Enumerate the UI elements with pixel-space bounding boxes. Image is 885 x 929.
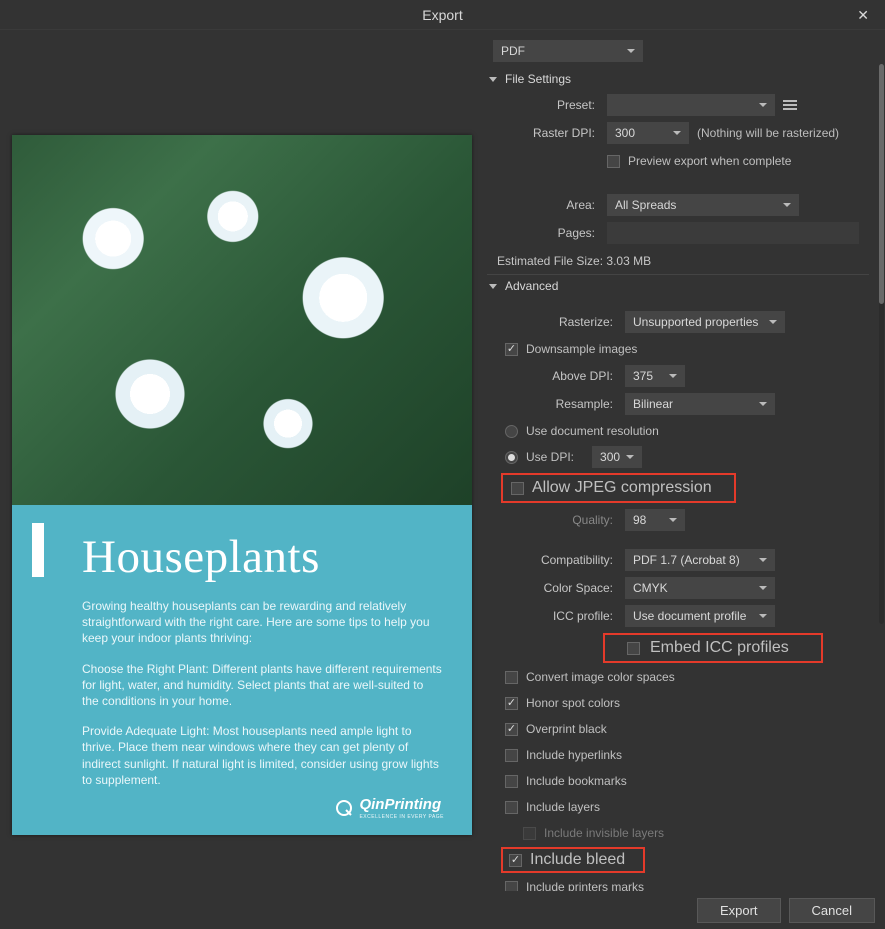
include-hyperlinks-checkbox[interactable] bbox=[505, 749, 518, 762]
include-printers-marks-checkbox[interactable] bbox=[505, 881, 518, 892]
brand-tagline: EXCELLENCE IN EVERY PAGE bbox=[359, 814, 444, 820]
quality-label: Quality: bbox=[487, 513, 625, 527]
brand-name: QinPrinting bbox=[359, 796, 441, 813]
raster-dpi-hint: (Nothing will be rasterized) bbox=[697, 126, 839, 140]
resample-label: Resample: bbox=[487, 397, 625, 411]
close-icon[interactable]: ✕ bbox=[849, 5, 877, 26]
preview-photo bbox=[12, 135, 472, 505]
section-title: Advanced bbox=[505, 279, 558, 293]
include-layers-checkbox[interactable] bbox=[505, 801, 518, 814]
allow-jpeg-label: Allow JPEG compression bbox=[532, 479, 712, 497]
preview-para-3: Provide Adequate Light: Most houseplants… bbox=[82, 723, 442, 788]
est-label: Estimated File Size: bbox=[497, 254, 603, 268]
preview-pane: Houseplants Growing healthy houseplants … bbox=[0, 30, 485, 929]
chevron-down-icon bbox=[489, 284, 497, 289]
dialog-footer: Export Cancel bbox=[697, 898, 875, 923]
pages-input[interactable] bbox=[607, 222, 859, 244]
preview-export-checkbox[interactable] bbox=[607, 155, 620, 168]
cancel-button[interactable]: Cancel bbox=[789, 898, 875, 923]
downsample-label: Downsample images bbox=[526, 342, 637, 356]
convert-spaces-checkbox[interactable] bbox=[505, 671, 518, 684]
section-file-settings[interactable]: File Settings bbox=[487, 68, 869, 90]
icc-profile-select[interactable]: Use document profile bbox=[625, 605, 775, 627]
accent-bar bbox=[32, 523, 44, 577]
use-dpi-input[interactable] bbox=[592, 446, 642, 468]
include-bleed-checkbox[interactable] bbox=[509, 854, 522, 867]
use-doc-res-radio[interactable] bbox=[505, 425, 518, 438]
preset-menu-icon[interactable] bbox=[783, 99, 797, 111]
preview-para-1: Growing healthy houseplants can be rewar… bbox=[82, 598, 442, 647]
dialog-title: Export bbox=[422, 7, 462, 23]
section-title: File Settings bbox=[505, 72, 571, 86]
downsample-checkbox[interactable] bbox=[505, 343, 518, 356]
highlight-include-bleed: Include bleed bbox=[501, 847, 645, 873]
preview-heading: Houseplants bbox=[82, 530, 442, 584]
highlight-embed-icc: Embed ICC profiles bbox=[603, 633, 823, 663]
estimated-size-row: Estimated File Size: 3.03 MB bbox=[487, 248, 869, 275]
include-invisible-layers-label: Include invisible layers bbox=[544, 826, 664, 840]
honor-spot-label: Honor spot colors bbox=[526, 696, 620, 710]
pages-label: Pages: bbox=[487, 226, 607, 240]
titlebar: Export ✕ bbox=[0, 0, 885, 30]
overprint-black-label: Overprint black bbox=[526, 722, 607, 736]
brand-q-icon bbox=[335, 799, 353, 817]
preview-brand: QinPrinting EXCELLENCE IN EVERY PAGE bbox=[335, 796, 444, 820]
export-button[interactable]: Export bbox=[697, 898, 781, 923]
quality-input[interactable] bbox=[625, 509, 685, 531]
above-dpi-input[interactable] bbox=[625, 365, 685, 387]
area-label: Area: bbox=[487, 198, 607, 212]
colorspace-select[interactable]: CMYK bbox=[625, 577, 775, 599]
format-row: PDF bbox=[491, 40, 869, 62]
settings-pane: PDF File Settings Preset: bbox=[485, 30, 885, 929]
dialog-body: Houseplants Growing healthy houseplants … bbox=[0, 30, 885, 929]
overprint-black-checkbox[interactable] bbox=[505, 723, 518, 736]
compat-label: Compatibility: bbox=[487, 553, 625, 567]
raster-dpi-label: Raster DPI: bbox=[487, 126, 607, 140]
include-bleed-label: Include bleed bbox=[530, 851, 625, 869]
chevron-down-icon bbox=[489, 77, 497, 82]
compat-select[interactable]: PDF 1.7 (Acrobat 8) bbox=[625, 549, 775, 571]
area-select[interactable]: All Spreads bbox=[607, 194, 799, 216]
resample-select[interactable]: Bilinear bbox=[625, 393, 775, 415]
format-select[interactable]: PDF bbox=[493, 40, 643, 62]
honor-spot-checkbox[interactable] bbox=[505, 697, 518, 710]
raster-dpi-input[interactable] bbox=[607, 122, 689, 144]
settings-scroll: PDF File Settings Preset: bbox=[485, 30, 879, 891]
rasterize-select[interactable]: Unsupported properties bbox=[625, 311, 785, 333]
embed-icc-label: Embed ICC profiles bbox=[650, 639, 789, 657]
preset-label: Preset: bbox=[487, 98, 607, 112]
use-doc-res-label: Use document resolution bbox=[526, 424, 659, 438]
above-dpi-label: Above DPI: bbox=[487, 369, 625, 383]
use-dpi-label: Use DPI: bbox=[526, 450, 574, 464]
highlight-allow-jpeg: Allow JPEG compression bbox=[501, 473, 736, 503]
include-bookmarks-checkbox[interactable] bbox=[505, 775, 518, 788]
include-printers-marks-label: Include printers marks bbox=[526, 880, 644, 891]
use-dpi-radio[interactable] bbox=[505, 451, 518, 464]
colorspace-label: Color Space: bbox=[487, 581, 625, 595]
icc-profile-label: ICC profile: bbox=[487, 609, 625, 623]
allow-jpeg-checkbox[interactable] bbox=[511, 482, 524, 495]
section-advanced[interactable]: Advanced bbox=[487, 275, 869, 297]
est-value: 3.03 MB bbox=[606, 254, 651, 268]
include-layers-label: Include layers bbox=[526, 800, 600, 814]
document-preview: Houseplants Growing healthy houseplants … bbox=[12, 135, 472, 835]
rasterize-label: Rasterize: bbox=[487, 315, 625, 329]
preview-export-label: Preview export when complete bbox=[628, 154, 791, 168]
embed-icc-checkbox[interactable] bbox=[627, 642, 640, 655]
scrollbar[interactable] bbox=[879, 64, 884, 624]
include-bookmarks-label: Include bookmarks bbox=[526, 774, 627, 788]
export-dialog: Export ✕ Houseplants Growing healthy hou… bbox=[0, 0, 885, 929]
include-hyperlinks-label: Include hyperlinks bbox=[526, 748, 622, 762]
include-invisible-layers-checkbox bbox=[523, 827, 536, 840]
convert-spaces-label: Convert image color spaces bbox=[526, 670, 675, 684]
preset-select[interactable] bbox=[607, 94, 775, 116]
scrollbar-thumb[interactable] bbox=[879, 64, 884, 304]
preview-para-2: Choose the Right Plant: Different plants… bbox=[82, 661, 442, 710]
preview-text-block: Houseplants Growing healthy houseplants … bbox=[12, 505, 472, 835]
